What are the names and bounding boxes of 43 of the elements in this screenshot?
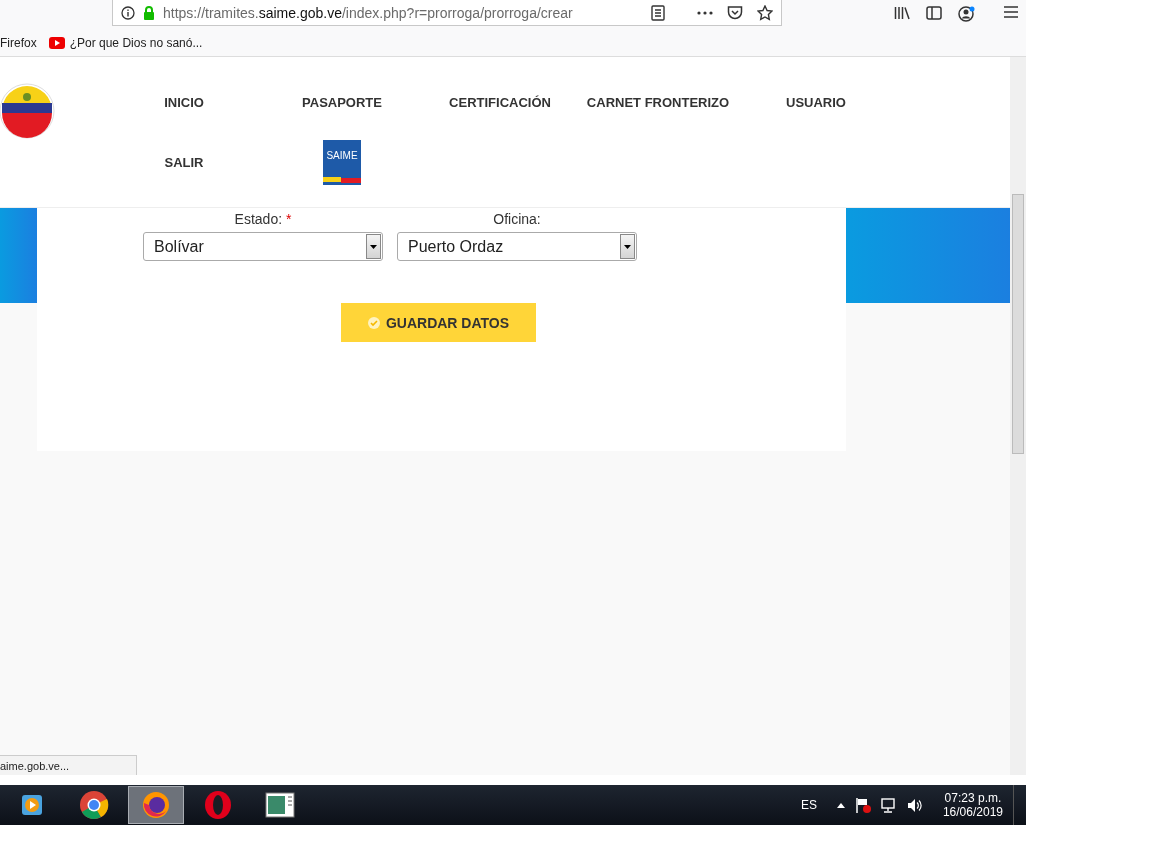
tray-arrow-icon[interactable]	[836, 802, 845, 808]
saime-logo[interactable]: SAIME	[323, 139, 361, 185]
select-field[interactable]: Puerto Ordaz	[397, 232, 637, 261]
star-icon[interactable]	[757, 4, 773, 21]
nav-link[interactable]: USUARIO	[786, 94, 846, 110]
firefox-icon	[141, 790, 171, 820]
pocket-icon[interactable]	[727, 5, 743, 20]
language-indicator[interactable]: ES	[800, 798, 817, 812]
dropdown-arrow-icon	[370, 244, 377, 249]
field-label: Oficina:	[493, 211, 541, 227]
bookmark-folder[interactable]: Firefox	[0, 35, 37, 50]
opera-icon	[203, 790, 233, 820]
nav-link[interactable]: PASAPORTE	[302, 94, 382, 110]
nav-link[interactable]: INICIO	[164, 94, 204, 110]
menu-icon[interactable]	[1004, 6, 1018, 18]
more-icon[interactable]	[697, 10, 713, 15]
chrome-icon	[79, 790, 109, 820]
media-player-icon	[19, 792, 45, 818]
check-icon	[367, 316, 380, 329]
lock-icon	[143, 5, 155, 20]
nav-link[interactable]: SALIR	[164, 154, 204, 170]
sidebar-icon[interactable]	[926, 6, 942, 20]
nav-link[interactable]: CERTIFICACIÓN	[449, 94, 551, 110]
reader-view-icon[interactable]	[651, 4, 665, 21]
clock[interactable]: 07:23 p.m. 16/06/2019	[942, 791, 1003, 819]
play-icon	[48, 36, 65, 49]
field-label: Estado: *	[234, 211, 292, 227]
scrollbar[interactable]	[1010, 57, 1026, 775]
volume-icon[interactable]	[906, 797, 923, 813]
bookmark-link[interactable]: ¿Por que Dios no sanó...	[48, 35, 203, 50]
nav-link[interactable]: CARNET FRONTERIZO	[586, 94, 730, 110]
network-icon[interactable]	[880, 797, 897, 813]
url-text: https://tramites.saime.gob.ve/index.php?r=prorroga/prorroga/crear	[163, 4, 574, 21]
flag-icon[interactable]	[854, 797, 871, 813]
info-icon[interactable]	[121, 5, 135, 20]
dropdown-arrow-icon	[624, 244, 631, 249]
status-url: aime.gob.ve...	[0, 755, 137, 775]
account-icon[interactable]	[958, 6, 976, 22]
window-icon	[265, 792, 295, 818]
select-field[interactable]: Bolívar	[143, 232, 383, 261]
address-bar[interactable]: https://tramites.saime.gob.ve/index.php?r=prorroga/prorroga/crear	[112, 0, 782, 26]
library-icon[interactable]	[894, 6, 910, 20]
save-button[interactable]: GUARDAR DATOS	[341, 303, 536, 342]
